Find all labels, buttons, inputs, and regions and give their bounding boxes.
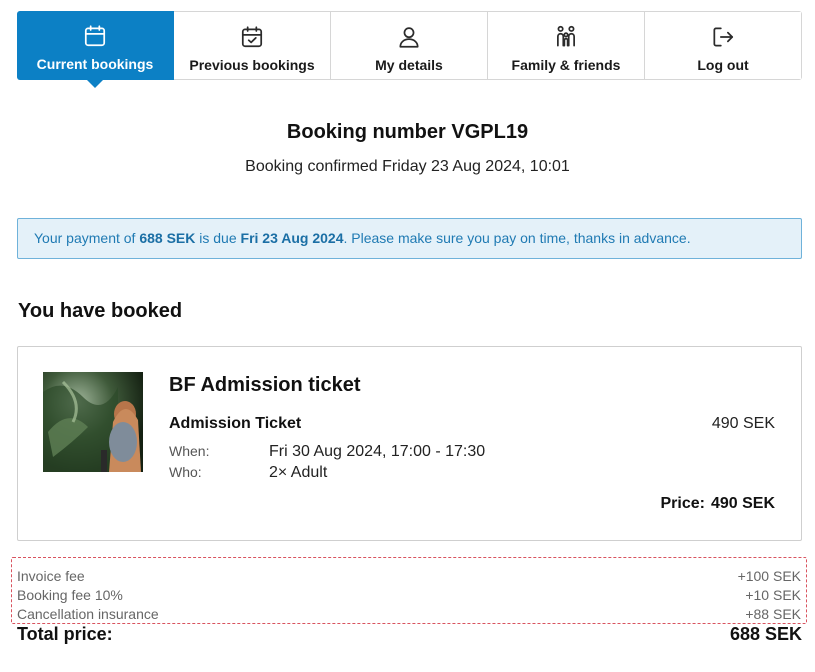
tab-label: My details xyxy=(375,57,443,73)
price-value: 490 SEK xyxy=(710,495,775,512)
total-label: Total price: xyxy=(17,624,113,644)
total-price-row: Total price: 688 SEK xyxy=(17,624,802,645)
fee-value: +10 SEK xyxy=(745,587,801,603)
fees-list: Invoice fee +100 SEK Booking fee 10% +10… xyxy=(11,557,807,624)
item-price: Price: 490 SEK xyxy=(660,495,775,513)
tab-label: Current bookings xyxy=(36,56,154,72)
fee-row: Cancellation insurance +88 SEK xyxy=(17,605,801,624)
fee-row: Invoice fee +100 SEK xyxy=(17,567,801,586)
notice-middle: is due xyxy=(195,230,241,246)
notice-amount: 688 SEK xyxy=(139,230,196,246)
when-label: When: xyxy=(169,443,210,459)
fee-value: +88 SEK xyxy=(745,606,801,622)
ticket-name: Admission Ticket xyxy=(169,415,302,432)
item-title: BF Admission ticket xyxy=(169,374,361,396)
notice-suffix: . Please make sure you pay on time, than… xyxy=(343,230,691,246)
tab-my-details[interactable]: My details xyxy=(331,12,488,79)
booking-item-card: BF Admission ticket Admission Ticket 490… xyxy=(17,346,802,541)
price-label: Price: xyxy=(660,495,705,512)
booking-number-title: Booking number VGPL19 xyxy=(286,121,529,143)
tab-label: Family & friends xyxy=(511,57,621,73)
payment-due-notice: Your payment of 688 SEK is due Fri 23 Au… xyxy=(17,218,802,259)
fee-label: Invoice fee xyxy=(17,568,85,584)
notice-due-date: Fri 23 Aug 2024 xyxy=(240,230,344,246)
section-title: You have booked xyxy=(18,300,183,322)
fee-value: +100 SEK xyxy=(737,568,801,584)
when-value: Fri 30 Aug 2024, 17:00 - 17:30 xyxy=(269,443,486,460)
fee-label: Booking fee 10% xyxy=(17,587,123,603)
tab-label: Previous bookings xyxy=(189,57,315,73)
tab-family-friends[interactable]: Family & friends xyxy=(488,12,645,79)
user-icon xyxy=(396,24,422,50)
tab-label: Log out xyxy=(697,57,749,73)
ticket-price: 490 SEK xyxy=(711,415,775,432)
ticket-thumbnail-image xyxy=(43,372,143,472)
account-tabs: Current bookings Previous bookings My de… xyxy=(17,11,802,80)
tab-log-out[interactable]: Log out xyxy=(645,12,801,79)
family-icon xyxy=(553,24,579,50)
logout-icon xyxy=(710,24,736,50)
notice-prefix: Your payment of xyxy=(34,230,140,246)
fee-label: Cancellation insurance xyxy=(17,606,159,622)
tab-previous-bookings[interactable]: Previous bookings xyxy=(174,12,331,79)
total-value: 688 SEK xyxy=(729,624,802,644)
fee-row: Booking fee 10% +10 SEK xyxy=(17,586,801,605)
tab-current-bookings[interactable]: Current bookings xyxy=(17,11,174,80)
who-value: 2× Adult xyxy=(269,464,328,481)
calendar-check-icon xyxy=(239,24,265,50)
booking-confirmed-text: Booking confirmed Friday 23 Aug 2024, 10… xyxy=(245,158,570,175)
who-label: Who: xyxy=(169,464,202,480)
calendar-icon xyxy=(82,23,108,49)
